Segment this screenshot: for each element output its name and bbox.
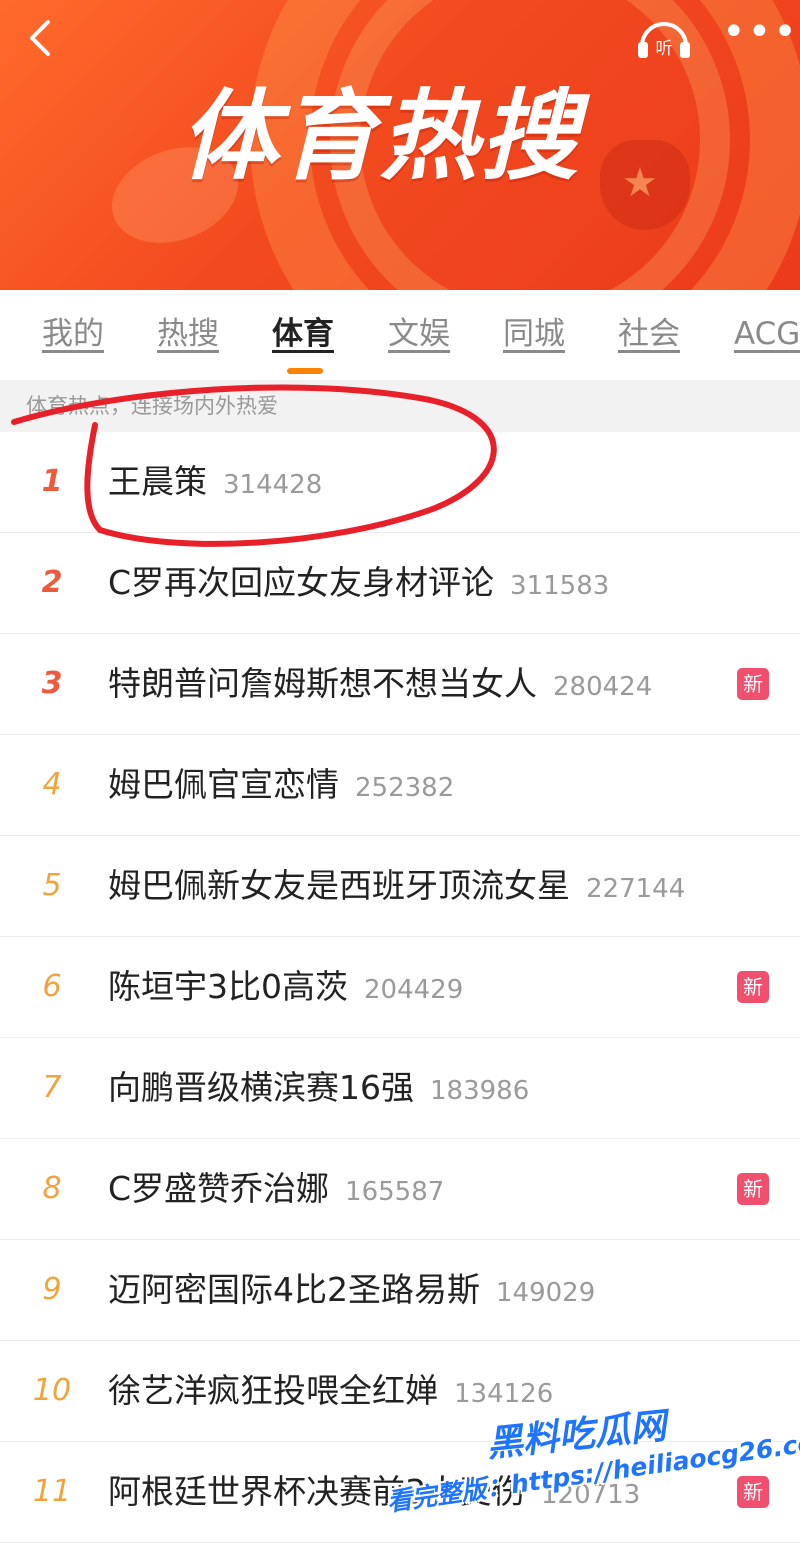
tab-sports[interactable]: 体育 bbox=[272, 312, 334, 356]
item-title[interactable]: 陈垣宇3比0高茨 bbox=[108, 967, 348, 1006]
rank-number: 11 bbox=[32, 1474, 72, 1509]
tab-entertainment[interactable]: 文娱 bbox=[388, 312, 450, 356]
back-icon[interactable] bbox=[22, 18, 62, 58]
new-badge: 新 bbox=[737, 971, 769, 1003]
item-title[interactable]: C罗再次回应女友身材评论 bbox=[108, 563, 494, 602]
star-icon: ★ bbox=[622, 160, 658, 206]
list-item[interactable]: 4 姆巴佩官宣恋情 252382 bbox=[0, 735, 800, 836]
list-item[interactable]: 7 向鹏晋级横滨赛16强 183986 bbox=[0, 1038, 800, 1139]
item-count: 252382 bbox=[355, 773, 455, 803]
list-item[interactable]: 3 特朗普问詹姆斯想不想当女人 280424 新 bbox=[0, 634, 800, 735]
more-icon[interactable]: ••• bbox=[722, 12, 797, 58]
item-count: 311583 bbox=[510, 571, 610, 601]
item-title[interactable]: 向鹏晋级横滨赛16强 bbox=[108, 1068, 414, 1107]
rank-number: 2 bbox=[41, 565, 63, 600]
list-subtitle: 体育热点，连接场内外热爱 bbox=[0, 380, 800, 432]
item-count: 165587 bbox=[345, 1177, 445, 1207]
new-badge: 新 bbox=[737, 668, 769, 700]
list-item[interactable]: 2 C罗再次回应女友身材评论 311583 bbox=[0, 533, 800, 634]
category-tabs: 我的 热搜 体育 文娱 同城 社会 ACG bbox=[0, 290, 800, 378]
active-tab-indicator bbox=[287, 368, 323, 374]
item-count: 280424 bbox=[553, 672, 653, 702]
page-title: 体育热搜 bbox=[180, 80, 581, 194]
rank-number: 8 bbox=[42, 1171, 62, 1206]
tab-society[interactable]: 社会 bbox=[618, 312, 680, 356]
rank-number: 5 bbox=[42, 868, 62, 903]
list-item[interactable]: 9 迈阿密国际4比2圣路易斯 149029 bbox=[0, 1240, 800, 1341]
rank-number: 1 bbox=[41, 464, 63, 499]
rank-number: 7 bbox=[42, 1070, 62, 1105]
item-title[interactable]: 姆巴佩官宣恋情 bbox=[108, 765, 339, 804]
item-title[interactable]: C罗盛赞乔治娜 bbox=[108, 1169, 329, 1208]
listen-label: 听 bbox=[656, 39, 673, 59]
tab-acg[interactable]: ACG bbox=[734, 312, 800, 356]
tab-local[interactable]: 同城 bbox=[503, 312, 565, 356]
rank-number: 9 bbox=[42, 1272, 62, 1307]
item-title[interactable]: 特朗普问詹姆斯想不想当女人 bbox=[108, 664, 537, 703]
item-count: 314428 bbox=[223, 470, 323, 500]
rank-number: 6 bbox=[42, 969, 62, 1004]
rank-number: 4 bbox=[42, 767, 62, 802]
tab-hot-search[interactable]: 热搜 bbox=[157, 312, 219, 356]
new-badge: 新 bbox=[737, 1173, 769, 1205]
listen-headphones-icon[interactable]: 听 bbox=[636, 16, 692, 60]
header-banner: ★ 听 ••• 体育热搜 bbox=[0, 0, 800, 290]
item-count: 204429 bbox=[364, 975, 464, 1005]
list-item[interactable]: 5 姆巴佩新女友是西班牙顶流女星 227144 bbox=[0, 836, 800, 937]
item-title[interactable]: 王晨策 bbox=[108, 462, 207, 501]
item-count: 134126 bbox=[454, 1379, 554, 1409]
item-title[interactable]: 徐艺洋疯狂投喂全红婵 bbox=[108, 1371, 438, 1410]
rank-number: 3 bbox=[41, 666, 63, 701]
item-title[interactable]: 迈阿密国际4比2圣路易斯 bbox=[108, 1270, 480, 1309]
rank-number: 10 bbox=[32, 1373, 72, 1408]
item-count: 183986 bbox=[430, 1076, 530, 1106]
list-item[interactable]: 6 陈垣宇3比0高茨 204429 新 bbox=[0, 937, 800, 1038]
item-title[interactable]: 姆巴佩新女友是西班牙顶流女星 bbox=[108, 866, 570, 905]
list-item[interactable]: 1 王晨策 314428 bbox=[0, 432, 800, 533]
tab-mine[interactable]: 我的 bbox=[42, 312, 104, 356]
item-count: 227144 bbox=[586, 874, 686, 904]
item-count: 149029 bbox=[496, 1278, 596, 1308]
list-item[interactable]: 8 C罗盛赞乔治娜 165587 新 bbox=[0, 1139, 800, 1240]
